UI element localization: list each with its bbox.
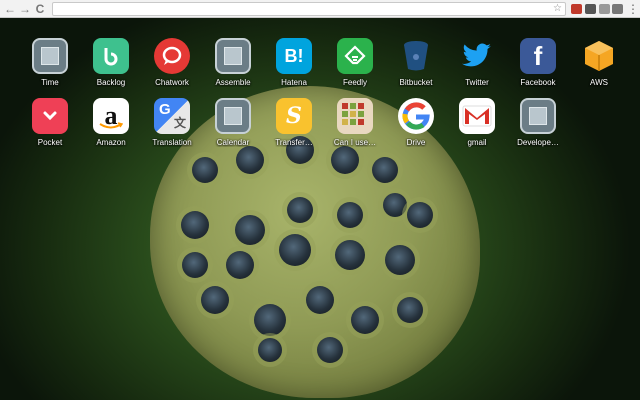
app-label: Drive (406, 138, 426, 147)
hatena-icon: B! (276, 38, 312, 74)
pod-hole (306, 286, 334, 314)
pod-hole (287, 197, 313, 223)
app-label: Facebook (520, 78, 556, 87)
pod-hole (317, 337, 343, 363)
bitbucket-icon (398, 38, 434, 74)
app-label: Transfer… (275, 138, 313, 147)
app-tile-feedly[interactable]: Feedly (326, 38, 384, 98)
address-bar[interactable]: ☆ (52, 2, 566, 20)
backlog-icon (93, 38, 129, 74)
pod-hole (201, 286, 229, 314)
pod-hole (385, 245, 415, 275)
pocket-icon (32, 98, 68, 134)
app-tile-facebook[interactable]: f Facebook (509, 38, 567, 98)
pod-hole (335, 240, 365, 270)
app-tile-hatena[interactable]: B! Hatena (265, 38, 323, 98)
gray-cube-icon (520, 98, 556, 134)
app-tile-aws[interactable]: AWS (570, 38, 628, 98)
pod-hole (181, 211, 209, 239)
aws-icon (581, 38, 617, 74)
app-label: Twitter (465, 78, 489, 87)
facebook-icon: f (520, 38, 556, 74)
gray-cube-icon (215, 98, 251, 134)
menu-icon[interactable]: ⋮ (626, 2, 640, 16)
app-tile-drive[interactable]: Drive (387, 98, 445, 158)
app-label: Develope… (517, 138, 559, 147)
app-tile-time[interactable]: Time (21, 38, 79, 98)
amazon-icon: a (93, 98, 129, 134)
app-label: Feedly (342, 78, 367, 87)
app-tile-bitbucket[interactable]: Bitbucket (387, 38, 445, 98)
app-tile-calendar[interactable]: Calendar (204, 98, 262, 158)
pod-hole (254, 304, 286, 336)
app-tile-can-i-use[interactable]: Can I use… (326, 98, 384, 158)
app-tile-amazon[interactable]: a Amazon (82, 98, 140, 158)
pod-hole (383, 193, 407, 217)
browser-toolbar: ← → C ☆ ⋮ (0, 0, 640, 20)
pod-hole (397, 297, 423, 323)
app-label: AWS (590, 78, 608, 87)
app-tile-gmail[interactable]: gmail (448, 98, 506, 158)
app-label: Backlog (96, 78, 126, 87)
caniuse-icon (337, 98, 373, 134)
star-icon[interactable]: ☆ (553, 3, 562, 15)
extension-gray-icon[interactable] (599, 4, 610, 14)
app-label: Amazon (96, 138, 126, 147)
gmail-icon (459, 98, 495, 134)
feedly-icon (337, 38, 373, 74)
pod-hole (226, 251, 254, 279)
translate-icon: G文 (154, 98, 190, 134)
app-tile-transfer[interactable]: S Transfer… (265, 98, 323, 158)
app-tile-chatwork[interactable]: Chatwork (143, 38, 201, 98)
pod-hole (279, 234, 311, 266)
back-button[interactable]: ← (3, 2, 17, 16)
gray-cube-icon (215, 38, 251, 74)
gray-cube-icon (32, 38, 68, 74)
extension-cloud-icon[interactable] (612, 4, 623, 14)
app-label: Bitbucket (399, 78, 433, 87)
app-tile-translation[interactable]: G 文 Translation (143, 98, 201, 158)
pod-hole (337, 202, 363, 228)
app-label: Translation (152, 138, 192, 147)
pod-hole (407, 202, 433, 228)
app-tile-assemble[interactable]: Assemble (204, 38, 262, 98)
forward-button[interactable]: → (18, 2, 32, 16)
twitter-icon (459, 38, 495, 74)
reload-button[interactable]: C (33, 2, 47, 16)
pod-hole (372, 157, 398, 183)
extension-red-icon[interactable] (571, 4, 582, 14)
pod-hole (192, 157, 218, 183)
pod-hole (258, 338, 282, 362)
google-icon (398, 98, 434, 134)
chatwork-icon (154, 38, 190, 74)
app-tile-twitter[interactable]: Twitter (448, 38, 506, 98)
app-label: Chatwork (155, 78, 189, 87)
pod-hole (351, 306, 379, 334)
app-tile-develope[interactable]: Develope… (509, 98, 567, 158)
app-tile-pocket[interactable]: Pocket (21, 98, 79, 158)
app-tile-backlog[interactable]: Backlog (82, 38, 140, 98)
app-label: Calendar (216, 138, 250, 147)
app-label: Time (41, 78, 59, 87)
app-label: Can I use… (333, 138, 377, 147)
app-label: Pocket (37, 138, 63, 147)
pod-hole (182, 252, 208, 278)
pod-hole (235, 215, 265, 245)
app-label: gmail (467, 138, 487, 147)
pocket-extension-icon[interactable] (585, 4, 596, 14)
app-label: Assemble (215, 78, 251, 87)
app-label: Hatena (281, 78, 307, 87)
transfer-icon: S (276, 98, 312, 134)
